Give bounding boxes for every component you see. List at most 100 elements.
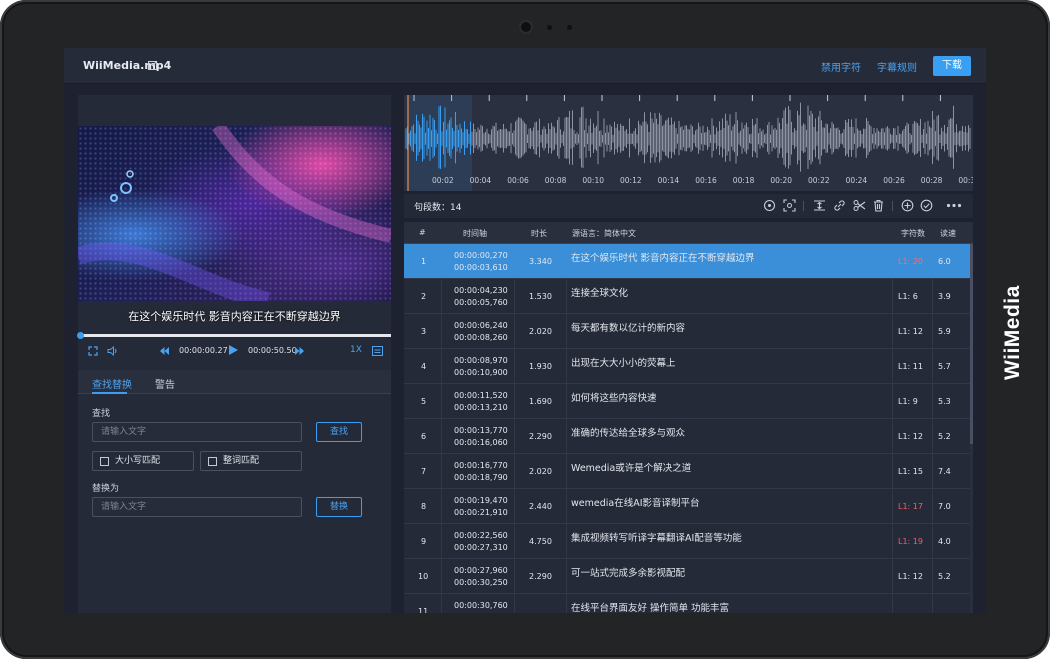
row-start-time[interactable]: 00:00:22,560 <box>454 531 508 540</box>
whole-word-option[interactable]: 整词匹配 <box>200 451 302 471</box>
video-progress-handle[interactable] <box>76 332 84 339</box>
row-subtitle-text[interactable]: Wemedia或许是个解决之道 <box>571 460 691 474</box>
scissors-icon[interactable] <box>853 199 866 212</box>
row-start-time[interactable]: 00:00:06,240 <box>454 321 508 330</box>
check-icon[interactable] <box>920 199 933 212</box>
video-preview[interactable] <box>78 126 391 301</box>
row-char-count: L1: 15 <box>898 467 923 476</box>
column-source-language[interactable]: 源语言：简体中文 <box>572 228 636 239</box>
play-icon[interactable] <box>229 345 238 355</box>
subtitle-rules-button[interactable]: 字幕规则 <box>877 59 917 74</box>
find-button[interactable]: 查找 <box>316 422 362 442</box>
column-chars: 字符数 <box>901 229 925 238</box>
playback-speed[interactable]: 1X <box>350 345 362 355</box>
column-divider <box>892 559 893 593</box>
row-subtitle-text[interactable]: 在线平台界面友好 操作简单 功能丰富 <box>571 600 729 613</box>
row-end-time[interactable]: 00:00:13,210 <box>454 403 508 412</box>
table-row[interactable]: 1 00:00:00,270 00:00:03,610 3.340 在这个娱乐时代 影音… <box>404 244 970 279</box>
row-subtitle-text[interactable]: 出现在大大小小的荧幕上 <box>571 355 676 369</box>
table-row[interactable]: 9 00:00:22,560 00:00:27,310 4.750 集成视频转写听译字幕… <box>404 524 970 559</box>
link-icon[interactable] <box>833 199 846 212</box>
replace-button[interactable]: 替换 <box>316 497 362 517</box>
row-char-count: L1: 6 <box>898 292 918 301</box>
row-subtitle-text[interactable]: wemedia在线AI影音译制平台 <box>571 495 700 509</box>
column-divider <box>932 419 933 453</box>
tab-find-replace[interactable]: 查找替换 <box>92 376 132 391</box>
row-start-time[interactable]: 00:00:19,470 <box>454 496 508 505</box>
fast-forward-icon[interactable] <box>295 347 304 355</box>
tab-warning[interactable]: 警告 <box>155 376 175 391</box>
row-end-time[interactable]: 00:00:21,910 <box>454 508 508 517</box>
more-icon[interactable] <box>946 199 962 212</box>
row-end-time[interactable]: 00:00:18,790 <box>454 473 508 482</box>
column-divider <box>892 244 893 278</box>
download-button[interactable]: 下载 <box>933 56 971 76</box>
row-start-time[interactable]: 00:00:16,770 <box>454 461 508 470</box>
match-case-label: 大小写匹配 <box>115 456 161 466</box>
volume-icon[interactable] <box>107 346 118 356</box>
table-row[interactable]: 6 00:00:13,770 00:00:16,060 2.290 准确的传达给全球多与… <box>404 419 970 454</box>
row-end-time[interactable]: 00:00:27,310 <box>454 543 508 552</box>
rewind-icon[interactable] <box>160 347 169 355</box>
replace-input[interactable] <box>92 497 302 517</box>
row-end-time[interactable]: 00:00:10,900 <box>454 368 508 377</box>
row-subtitle-text[interactable]: 集成视频转写听译字幕翻译AI配音等功能 <box>571 530 742 544</box>
row-reading-speed: 5.7 <box>938 362 951 371</box>
waveform-time-label: 00:08 <box>545 176 567 185</box>
sensor-icon <box>547 25 552 30</box>
video-progress-bar[interactable] <box>76 332 391 339</box>
waveform[interactable]: 00:02 00:04 00:06 00:08 00:10 00:12 00:14 00:16… <box>404 95 973 191</box>
row-char-count: L1: 11 <box>898 362 923 371</box>
table-row[interactable]: 7 00:00:16,770 00:00:18,790 2.020 Wemedia或许是… <box>404 454 970 489</box>
row-reading-speed: 6.0 <box>938 257 951 266</box>
row-start-time[interactable]: 00:00:08,970 <box>454 356 508 365</box>
row-end-time[interactable]: 00:00:16,060 <box>454 438 508 447</box>
row-subtitle-text[interactable]: 可一站式完成多余影视配配 <box>571 565 685 579</box>
match-case-checkbox[interactable] <box>100 457 109 466</box>
row-end-time[interactable]: 00:00:05,760 <box>454 298 508 307</box>
row-start-time[interactable]: 00:00:04,230 <box>454 286 508 295</box>
row-start-time[interactable]: 00:00:11,520 <box>454 391 508 400</box>
merge-icon[interactable] <box>813 199 826 212</box>
row-start-time[interactable]: 00:00:00,270 <box>454 251 508 260</box>
subtitle-toggle-icon[interactable] <box>372 346 383 356</box>
table-row[interactable]: 4 00:00:08,970 00:00:10,900 1.930 出现在大大小小的荧幕… <box>404 349 970 384</box>
forbidden-chars-button[interactable]: 禁用字符 <box>821 59 861 74</box>
row-subtitle-text[interactable]: 如何将这些内容快速 <box>571 390 657 404</box>
row-end-time[interactable]: 00:00:08,260 <box>454 333 508 342</box>
loop-icon[interactable] <box>763 199 776 212</box>
waveform-panel[interactable]: 00:02 00:04 00:06 00:08 00:10 00:12 00:14 00:16… <box>404 95 973 191</box>
row-subtitle-text[interactable]: 准确的传达给全球多与观众 <box>571 425 685 439</box>
fullscreen-icon[interactable] <box>88 346 98 356</box>
match-case-option[interactable]: 大小写匹配 <box>92 451 194 471</box>
row-start-time[interactable]: 00:00:13,770 <box>454 426 508 435</box>
table-row[interactable]: 2 00:00:04,230 00:00:05,760 1.530 连接全球文化 L1: … <box>404 279 970 314</box>
whole-word-checkbox[interactable] <box>208 457 217 466</box>
find-panel-tabs: 查找替换 警告 <box>78 370 391 394</box>
table-row[interactable]: 11 00:00:30,760 在线平台界面友好 操作简单 功能丰富 <box>404 594 970 613</box>
add-icon[interactable] <box>901 199 914 212</box>
waveform-time-label: 00:14 <box>658 176 680 185</box>
table-row[interactable]: 3 00:00:06,240 00:00:08,260 2.020 每天都有数以亿计的新… <box>404 314 970 349</box>
table-row[interactable]: 5 00:00:11,520 00:00:13,210 1.690 如何将这些内容快速 L… <box>404 384 970 419</box>
column-divider <box>441 559 442 593</box>
row-index: 8 <box>421 502 427 511</box>
table-scrollbar-thumb[interactable] <box>970 244 973 444</box>
row-start-time[interactable]: 00:00:30,760 <box>454 601 508 610</box>
trash-icon[interactable] <box>872 199 885 212</box>
find-input[interactable] <box>92 422 302 442</box>
table-scrollbar[interactable] <box>970 244 973 613</box>
row-start-time[interactable]: 00:00:27,960 <box>454 566 508 575</box>
table-row[interactable]: 10 00:00:27,960 00:00:30,250 2.290 可一站式完成多余影… <box>404 559 970 594</box>
waveform-time-label: 00:04 <box>470 176 492 185</box>
row-end-time[interactable]: 00:00:03,610 <box>454 263 508 272</box>
column-divider <box>514 454 515 488</box>
screenshot-icon[interactable] <box>783 199 796 212</box>
table-row[interactable]: 8 00:00:19,470 00:00:21,910 2.440 wemedia在线A… <box>404 489 970 524</box>
row-index: 3 <box>421 327 427 336</box>
row-subtitle-text[interactable]: 每天都有数以亿计的新内容 <box>571 320 685 334</box>
row-subtitle-text[interactable]: 在这个娱乐时代 影音内容正在不断穿越边界 <box>571 250 755 264</box>
row-subtitle-text[interactable]: 连接全球文化 <box>571 285 628 299</box>
edit-icon[interactable] <box>148 60 158 70</box>
row-end-time[interactable]: 00:00:30,250 <box>454 578 508 587</box>
